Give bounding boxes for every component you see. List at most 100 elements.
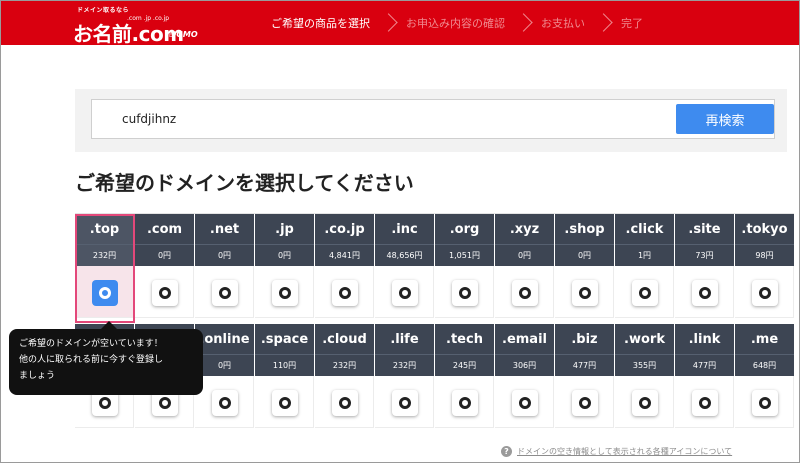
- domain-price: 232円: [375, 354, 434, 376]
- domain-select-button[interactable]: [692, 390, 718, 416]
- domain-price: 110円: [255, 354, 314, 376]
- domain-price: 0円: [195, 244, 254, 266]
- domain-availability: [195, 376, 254, 428]
- domain-price: 477円: [555, 354, 614, 376]
- domain-price: 232円: [315, 354, 374, 376]
- domain-price: 648円: [735, 354, 794, 376]
- domain-select-button[interactable]: [152, 280, 178, 306]
- domain-select-button-selected[interactable]: [92, 280, 118, 306]
- domain-select-button[interactable]: [212, 280, 238, 306]
- availability-icons-help-link[interactable]: ドメインの空き情報として表示される各種アイコンについて: [517, 446, 732, 457]
- domain-select-button[interactable]: [572, 280, 598, 306]
- domain-price: 232円: [75, 244, 134, 266]
- domain-select-button[interactable]: [332, 280, 358, 306]
- domain-select-button[interactable]: [272, 390, 298, 416]
- domain-availability: [195, 266, 254, 318]
- domain-availability: [555, 266, 614, 318]
- available-circle-icon: [219, 397, 231, 409]
- available-circle-icon: [639, 287, 651, 299]
- progress-steps: ご希望の商品を選択 お申込み内容の確認 お支払い 完了: [271, 1, 643, 45]
- domain-price: 355円: [615, 354, 674, 376]
- step-payment: お支払い: [541, 17, 585, 30]
- available-circle-icon: [759, 287, 771, 299]
- logo-wordmark: お名前.com: [73, 22, 184, 46]
- domain-tld: .link: [675, 324, 734, 354]
- domain-availability: [675, 266, 734, 318]
- available-circle-icon: [459, 287, 471, 299]
- domain-price: 245円: [435, 354, 494, 376]
- available-circle-icon: [699, 397, 711, 409]
- domain-availability: [495, 376, 554, 428]
- chevron-right-icon: [370, 1, 406, 45]
- domain-select-button[interactable]: [692, 280, 718, 306]
- available-circle-icon: [519, 397, 531, 409]
- header: ドメイン取るなら .com .jp .co.jp お名前.com byGMO ご…: [1, 1, 799, 46]
- availability-tooltip: ご希望のドメインが空いています！ 他の人に取られる前に今すぐ登録し ましょう: [9, 321, 203, 395]
- page: ドメイン取るなら .com .jp .co.jp お名前.com byGMO ご…: [0, 0, 800, 463]
- help-row: ? ドメインの空き情報として表示される各種アイコンについて: [501, 446, 732, 457]
- domain-price: 0円: [495, 244, 554, 266]
- domain-tld: .com: [135, 214, 194, 244]
- available-circle-icon: [399, 397, 411, 409]
- available-circle-icon: [219, 287, 231, 299]
- gmo-logo: GMO: [176, 30, 198, 39]
- available-circle-icon: [99, 397, 111, 409]
- domain-select-button[interactable]: [272, 280, 298, 306]
- domain-availability: [375, 266, 434, 318]
- domain-select-button[interactable]: [512, 390, 538, 416]
- domain-select-button[interactable]: [392, 390, 418, 416]
- research-button[interactable]: 再検索: [676, 104, 774, 134]
- domain-tld: .online: [195, 324, 254, 354]
- domain-availability: [435, 266, 494, 318]
- domain-select-button[interactable]: [632, 280, 658, 306]
- available-circle-icon: [159, 397, 171, 409]
- domain-select-button[interactable]: [212, 390, 238, 416]
- domain-price: 0円: [255, 244, 314, 266]
- available-circle-icon: [579, 287, 591, 299]
- tooltip-line: ご希望のドメインが空いています！: [19, 339, 163, 349]
- domain-tld: .inc: [375, 214, 434, 244]
- chevron-right-icon: [505, 1, 541, 45]
- domain-tld: .tokyo: [735, 214, 794, 244]
- domain-select-button[interactable]: [332, 390, 358, 416]
- logo-by-gmo: byGMO: [169, 30, 198, 39]
- domain-price: 0円: [195, 354, 254, 376]
- domain-availability: [555, 376, 614, 428]
- available-circle-icon: [339, 397, 351, 409]
- domain-price: 477円: [675, 354, 734, 376]
- domain-tld: .biz: [555, 324, 614, 354]
- available-circle-icon: [519, 287, 531, 299]
- tooltip-line: ましょう: [19, 371, 56, 381]
- domain-availability: [315, 266, 374, 318]
- domain-tld: .click: [615, 214, 674, 244]
- domain-select-button[interactable]: [452, 280, 478, 306]
- domain-availability: [615, 376, 674, 428]
- available-circle-icon: [99, 287, 111, 299]
- domain-price: 0円: [135, 244, 194, 266]
- available-circle-icon: [459, 397, 471, 409]
- domain-select-button[interactable]: [632, 390, 658, 416]
- domain-availability: [75, 266, 134, 318]
- domain-availability: [675, 376, 734, 428]
- domain-select-button[interactable]: [392, 280, 418, 306]
- domain-availability: [495, 266, 554, 318]
- domain-search-input[interactable]: [122, 108, 662, 130]
- domain-select-button[interactable]: [572, 390, 598, 416]
- available-circle-icon: [639, 397, 651, 409]
- domain-price: 4,841円: [315, 244, 374, 266]
- domain-tld: .jp: [255, 214, 314, 244]
- domain-price: 1円: [615, 244, 674, 266]
- search-panel: 再検索: [75, 89, 787, 152]
- domain-availability: [435, 376, 494, 428]
- domain-tld: .net: [195, 214, 254, 244]
- domain-tld: .xyz: [495, 214, 554, 244]
- logo-tagline: ドメイン取るなら: [77, 7, 130, 14]
- step-select-product: ご希望の商品を選択: [271, 17, 370, 30]
- domain-availability: [735, 376, 794, 428]
- domain-select-button[interactable]: [752, 280, 778, 306]
- domain-availability: [315, 376, 374, 428]
- domain-select-button[interactable]: [752, 390, 778, 416]
- domain-select-button[interactable]: [512, 280, 538, 306]
- available-circle-icon: [699, 287, 711, 299]
- domain-select-button[interactable]: [452, 390, 478, 416]
